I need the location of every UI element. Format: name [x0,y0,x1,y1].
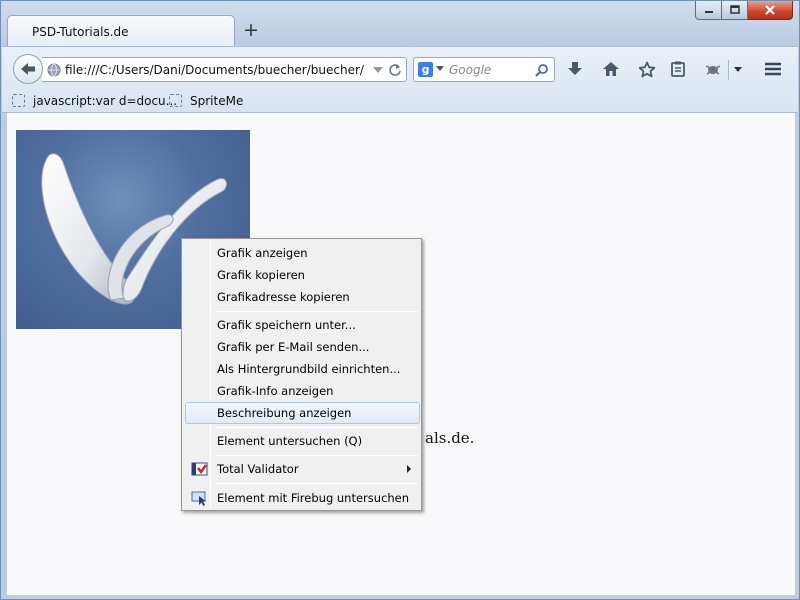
menu-item-label: Grafik-Info anzeigen [217,384,334,398]
page-body-text: als.de. [425,429,475,447]
bookmark-javascript[interactable]: javascript:var d=docu... [12,92,177,109]
menu-separator [215,427,418,428]
menu-item-label: Grafikadresse kopieren [217,290,350,304]
menu-item-label: Grafik kopieren [217,268,305,282]
menu-separator [215,455,418,456]
engine-dropdown-icon[interactable] [436,66,444,71]
menu-item-grafik-speichern[interactable]: Grafik speichern unter... [185,314,420,336]
firebug-icon [705,65,721,75]
menu-item-grafik-kopieren[interactable]: Grafik kopieren [185,264,420,286]
menu-item-grafik-info[interactable]: Grafik-Info anzeigen [185,380,420,402]
search-icon[interactable] [534,63,549,78]
browser-window: PSD-Tutorials.de + file:///C:/Users/Dani… [0,0,800,600]
menu-item-label: Grafik anzeigen [217,246,308,260]
dropdown-arrow-icon[interactable] [372,64,384,76]
back-button[interactable] [13,54,43,84]
globe-icon [47,63,61,77]
maximize-button[interactable] [722,1,748,20]
page-icon [169,94,182,107]
url-text[interactable]: file:///C:/Users/Dani/Documents/buecher/… [65,63,365,77]
hamburger-menu-icon [765,62,781,76]
menu-item-label: Als Hintergrundbild einrichten... [217,362,401,376]
menu-item-grafikadresse-kopieren[interactable]: Grafikadresse kopieren [185,286,420,308]
menu-item-grafik-anzeigen[interactable]: Grafik anzeigen [185,242,420,264]
bookmarks-list-icon [671,61,685,77]
tab-psd-tutorials[interactable]: PSD-Tutorials.de [7,15,235,47]
menu-separator [215,483,418,484]
menu-item-label: Element mit Firebug untersuchen [217,491,410,505]
url-bar[interactable]: file:///C:/Users/Dani/Documents/buecher/… [42,57,407,82]
context-menu: Grafik anzeigen Grafik kopieren Grafikad… [181,238,422,511]
minimize-button[interactable] [695,1,722,20]
bookmark-label: javascript:var d=docu... [33,93,178,108]
close-icon [765,5,775,15]
toolbar-separator [728,60,729,80]
menu-item-label: Beschreibung anzeigen [217,406,352,420]
navigation-toolbar: file:///C:/Users/Dani/Documents/buecher/… [2,46,798,88]
menu-item-total-validator[interactable]: Total Validator [185,458,420,480]
close-window-button[interactable] [748,1,793,20]
firebug-button[interactable] [702,58,724,80]
menu-item-hintergrundbild[interactable]: Als Hintergrundbild einrichten... [185,358,420,380]
dropdown-arrow-icon [734,66,742,72]
menu-separator [215,311,418,312]
menu-item-label: Element untersuchen (Q) [217,434,363,448]
menu-item-firebug-untersuchen[interactable]: Element mit Firebug untersuchen [185,487,420,509]
bookmark-spriteme[interactable]: SpriteMe [169,92,243,109]
downloads-button[interactable] [564,58,586,80]
back-arrow-icon [21,63,35,75]
firebug-inspect-icon [191,491,206,506]
firebug-dropdown-button[interactable] [728,58,748,80]
menu-item-label: Grafik speichern unter... [217,318,356,332]
minimize-icon [704,11,713,13]
total-validator-icon [191,462,208,476]
home-button[interactable] [600,58,622,80]
window-controls [695,1,793,22]
maximize-icon [729,5,740,14]
page-icon [12,94,25,107]
google-engine-icon[interactable]: g [418,62,433,77]
menu-item-label: Total Validator [217,462,299,476]
star-icon [638,61,656,77]
reload-icon[interactable] [388,63,402,77]
tab-title: PSD-Tutorials.de [32,25,129,39]
bookmark-label: SpriteMe [190,93,244,108]
download-arrow-icon [568,62,582,75]
home-icon [603,62,619,76]
bookmarks-menu-button[interactable] [667,58,689,80]
menu-item-label: Grafik per E-Mail senden... [217,340,370,354]
new-tab-button[interactable]: + [242,21,260,40]
menu-item-beschreibung-anzeigen[interactable]: Beschreibung anzeigen [185,402,420,424]
submenu-arrow-icon [407,465,411,473]
main-menu-button[interactable] [762,58,784,80]
menu-item-element-untersuchen[interactable]: Element untersuchen (Q) [185,430,420,452]
bookmarks-toolbar: javascript:var d=docu... SpriteMe [2,88,798,113]
bookmark-star-button[interactable] [636,58,658,80]
search-bar[interactable]: g Google [413,57,555,82]
menu-item-grafik-email[interactable]: Grafik per E-Mail senden... [185,336,420,358]
search-placeholder[interactable]: Google [449,63,491,77]
